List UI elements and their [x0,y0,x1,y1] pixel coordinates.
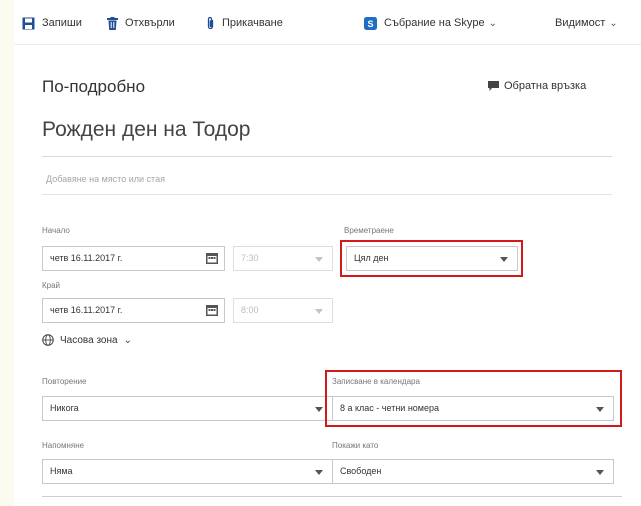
chevron-down-icon: ⌄ [488,17,497,29]
section-title: По-подробно [42,77,146,96]
calendar-select[interactable]: 8 а клас - четни номера [332,396,614,421]
repeat-label: Повторение [42,377,87,386]
show-as-label: Покажи като [332,441,379,450]
chevron-down-icon: ⌄ [609,17,618,29]
save-button[interactable]: Запиши [22,14,82,32]
skype-label: Събрание на Skype [384,17,485,29]
timezone-toggle[interactable]: Часова зона ⌄ [42,334,132,346]
attach-label: Прикачване [222,17,283,29]
calendar-icon [206,305,218,316]
calendar-value: 8 а клас - четни номера [340,403,439,413]
svg-text:S: S [367,19,373,29]
end-date-field[interactable]: четв 16.11.2017 г. [42,298,225,323]
reminder-label: Напомняне [42,441,85,450]
event-title-input[interactable]: Рожден ден на Тодор [42,118,612,157]
reminder-value: Няма [50,466,73,476]
duration-select[interactable]: Цял ден [346,246,518,271]
feedback-link[interactable]: Обратна връзка [488,80,586,92]
globe-icon [42,334,54,346]
event-details-panel: Запиши Отхвърли Прикачване S Събрание на… [14,0,641,506]
trash-icon [107,16,118,30]
dropdown-arrow-icon [500,257,508,262]
reminder-select[interactable]: Няма [42,459,333,484]
save-label: Запиши [42,17,82,29]
skype-icon: S [364,16,377,30]
calendar-label: Записване в календара [332,377,420,386]
save-icon [22,17,35,29]
visibility-button[interactable]: Видимост ⌄ [555,14,618,32]
visibility-label: Видимост [555,17,606,29]
end-time-field[interactable]: 8:00 [233,298,333,323]
start-date-value: четв 16.11.2017 г. [50,253,123,263]
start-date-field[interactable]: четв 16.11.2017 г. [42,246,225,271]
skype-meeting-button[interactable]: S Събрание на Skype ⌄ [364,14,497,32]
comment-icon [488,81,499,91]
show-as-value: Свободен [340,466,382,476]
start-time-field[interactable]: 7:30 [233,246,333,271]
dropdown-arrow-icon [315,257,323,262]
duration-value: Цял ден [354,253,389,263]
start-time-value: 7:30 [241,253,259,263]
start-label: Начало [42,226,70,235]
timezone-label: Часова зона [60,334,118,346]
dropdown-arrow-icon [315,309,323,314]
divider [42,496,622,497]
chevron-down-icon: ⌄ [123,334,132,346]
end-date-value: четв 16.11.2017 г. [50,305,123,315]
paperclip-icon [207,16,214,30]
end-label: Край [42,281,61,290]
feedback-label: Обратна връзка [504,80,587,92]
end-time-value: 8:00 [241,305,259,315]
repeat-value: Никога [50,403,79,413]
attach-button[interactable]: Прикачване [206,14,283,32]
duration-label: Времетраене [344,226,394,235]
repeat-select[interactable]: Никога [42,396,333,421]
dropdown-arrow-icon [596,470,604,475]
dropdown-arrow-icon [315,470,323,475]
location-input[interactable]: Добавяне на място или стая [42,165,612,195]
show-as-select[interactable]: Свободен [332,459,614,484]
discard-button[interactable]: Отхвърли [107,14,175,32]
calendar-icon [206,253,218,264]
command-toolbar: Запиши Отхвърли Прикачване S Събрание на… [14,0,641,45]
discard-label: Отхвърли [125,17,175,29]
dropdown-arrow-icon [315,407,323,412]
dropdown-arrow-icon [596,407,604,412]
